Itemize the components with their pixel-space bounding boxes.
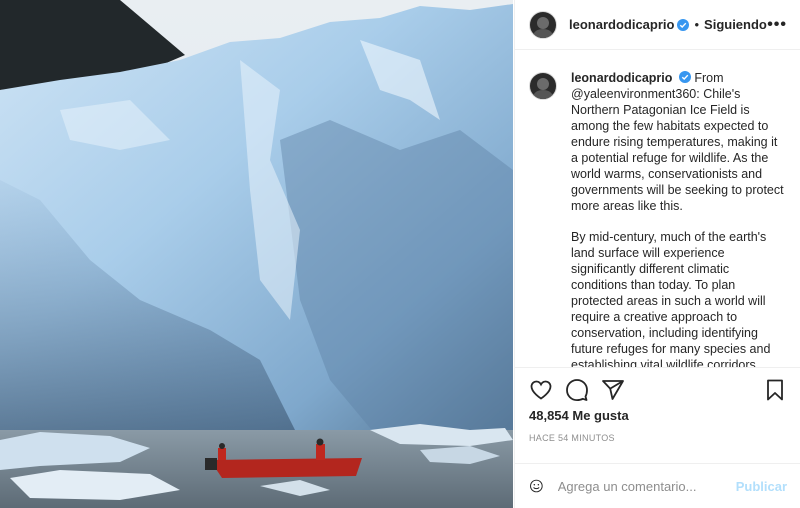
caption-avatar[interactable]	[529, 72, 557, 100]
publish-button[interactable]: Publicar	[736, 479, 787, 494]
action-bar	[515, 368, 800, 404]
verified-badge-icon	[677, 18, 690, 31]
comment-input[interactable]	[555, 477, 736, 495]
caption: leonardodicaprio From @yaleenvironment36…	[529, 70, 787, 368]
likes-count[interactable]: 48,854 Me gusta	[515, 404, 800, 423]
caption-paragraph-1: From @yaleenvironment360: Chile's Northe…	[571, 71, 784, 213]
smiley-icon[interactable]	[529, 474, 544, 498]
heart-icon[interactable]	[529, 378, 553, 402]
comment-icon[interactable]	[565, 378, 589, 402]
post-sidebar: leonardodicaprio • Siguiendo ••• leonard…	[514, 0, 800, 508]
paper-plane-icon[interactable]	[601, 378, 625, 402]
post-header: leonardodicaprio • Siguiendo •••	[515, 0, 800, 50]
avatar[interactable]	[529, 10, 557, 39]
comments-area[interactable]: leonardodicaprio From @yaleenvironment36…	[515, 50, 800, 368]
following-button[interactable]: Siguiendo	[704, 17, 767, 32]
separator-dot: •	[694, 17, 700, 32]
header-username[interactable]: leonardodicaprio	[569, 17, 674, 32]
caption-paragraph-2: By mid-century, much of the earth's land…	[571, 230, 771, 368]
add-comment-bar: Publicar	[515, 463, 800, 508]
post-photo[interactable]	[0, 0, 513, 508]
glacier-image	[0, 0, 513, 508]
verified-badge-icon	[678, 71, 691, 83]
bookmark-icon[interactable]	[763, 378, 787, 402]
caption-username[interactable]: leonardodicaprio	[571, 71, 672, 85]
caption-text: leonardodicaprio From @yaleenvironment36…	[571, 70, 787, 368]
more-options-button[interactable]: •••	[767, 16, 787, 34]
post-timestamp[interactable]: HACE 54 MINUTOS	[515, 423, 800, 443]
